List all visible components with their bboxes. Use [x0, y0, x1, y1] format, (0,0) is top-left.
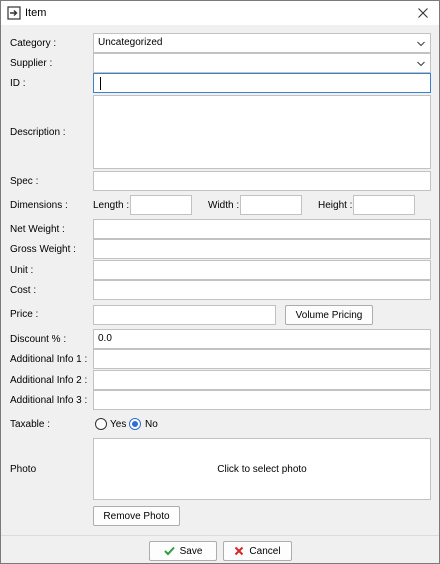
additional-info-2-label: Additional Info 2 : — [10, 375, 88, 386]
volume-pricing-button[interactable]: Volume Pricing — [285, 305, 373, 325]
width-label: Width : — [208, 200, 240, 211]
window-title: Item — [25, 7, 47, 19]
width-input[interactable] — [240, 195, 302, 215]
description-textarea[interactable] — [93, 95, 431, 169]
close-button[interactable] — [411, 2, 435, 24]
remove-photo-label: Remove Photo — [103, 510, 170, 522]
discount-input[interactable]: 0.0 — [93, 329, 431, 349]
length-label: Length : — [93, 200, 130, 211]
unit-label: Unit : — [10, 265, 34, 276]
cost-input[interactable] — [93, 280, 431, 300]
save-button[interactable]: Save — [149, 541, 217, 561]
additional-info-1-label: Additional Info 1 : — [10, 354, 88, 365]
photo-label: Photo — [10, 464, 37, 475]
cancel-label: Cancel — [249, 545, 281, 557]
id-label: ID : — [10, 78, 26, 89]
height-label: Height : — [318, 200, 353, 211]
close-icon — [418, 8, 428, 18]
description-label: Description : — [10, 127, 66, 138]
taxable-label: Taxable : — [10, 419, 51, 430]
photo-placeholder-text: Click to select photo — [217, 463, 307, 475]
supplier-combobox[interactable] — [93, 53, 431, 73]
taxable-yes-radio[interactable] — [95, 418, 107, 430]
checkmark-icon — [163, 546, 175, 556]
footer-divider — [1, 535, 439, 536]
taxable-yes-label[interactable]: Yes — [110, 419, 126, 430]
category-label: Category : — [10, 38, 57, 49]
taxable-no-radio[interactable] — [129, 418, 141, 430]
photo-select-area[interactable]: Click to select photo — [93, 438, 431, 500]
additional-info-1-input[interactable] — [93, 349, 431, 369]
text-caret — [100, 77, 101, 90]
taxable-no-label[interactable]: No — [145, 419, 158, 430]
price-input[interactable] — [93, 305, 276, 325]
price-label: Price : — [10, 309, 39, 320]
net-weight-input[interactable] — [93, 219, 431, 239]
item-dialog: Item Category : Uncategorized Supplier :… — [0, 0, 440, 564]
additional-info-2-input[interactable] — [93, 370, 431, 390]
discount-label: Discount % : — [10, 334, 67, 345]
remove-photo-button[interactable]: Remove Photo — [93, 506, 180, 526]
spec-input[interactable] — [93, 171, 431, 191]
save-label: Save — [179, 545, 203, 557]
id-input[interactable] — [93, 73, 431, 93]
unit-input[interactable] — [93, 260, 431, 280]
additional-info-3-input[interactable] — [93, 390, 431, 410]
gross-weight-label: Gross Weight : — [10, 244, 76, 255]
discount-value: 0.0 — [98, 333, 112, 344]
cancel-x-icon — [235, 546, 244, 556]
spec-label: Spec : — [10, 176, 39, 187]
chevron-down-icon — [417, 61, 425, 67]
volume-pricing-label: Volume Pricing — [295, 309, 363, 321]
chevron-down-icon — [417, 41, 425, 47]
cancel-button[interactable]: Cancel — [223, 541, 292, 561]
length-input[interactable] — [130, 195, 192, 215]
net-weight-label: Net Weight : — [10, 224, 65, 235]
category-value: Uncategorized — [98, 37, 163, 48]
item-window-icon — [7, 6, 21, 20]
title-bar: Item — [1, 1, 439, 25]
category-combobox[interactable]: Uncategorized — [93, 33, 431, 53]
additional-info-3-label: Additional Info 3 : — [10, 395, 88, 406]
height-input[interactable] — [353, 195, 415, 215]
supplier-label: Supplier : — [10, 58, 53, 69]
gross-weight-input[interactable] — [93, 239, 431, 259]
dimensions-label: Dimensions : — [10, 200, 68, 211]
cost-label: Cost : — [10, 285, 37, 296]
